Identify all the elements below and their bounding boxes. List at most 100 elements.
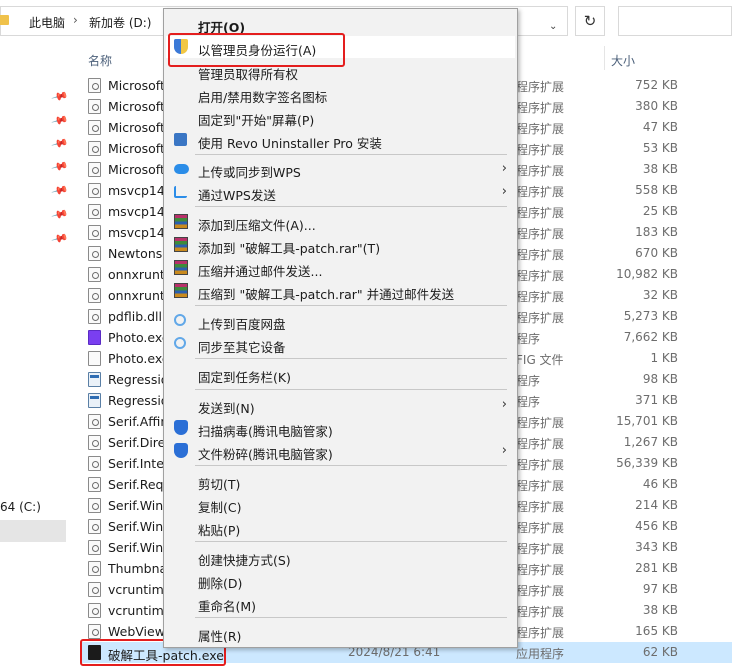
menu-item[interactable]: 启用/禁用数字签名图标 <box>166 83 515 105</box>
pin-icon[interactable]: 📌 <box>51 205 69 223</box>
file-type: 程序扩展 <box>516 416 565 430</box>
folder-icon <box>0 15 9 25</box>
menu-item-label: 重命名(M) <box>198 599 257 614</box>
dll-file-icon <box>88 435 101 450</box>
file-name: WebView <box>108 624 165 639</box>
menu-item[interactable]: 粘贴(P) <box>166 516 515 538</box>
menu-item[interactable]: 使用 Revo Uninstaller Pro 安装 <box>166 129 515 151</box>
dll-file-icon <box>88 225 101 240</box>
menu-item[interactable]: 发送到(N) › <box>166 394 515 416</box>
menu-item[interactable]: 打开(O) <box>166 13 515 35</box>
file-type: 应用程序 <box>516 647 565 661</box>
dll-file-icon <box>88 456 101 471</box>
menu-item[interactable]: 重命名(M) <box>166 592 515 614</box>
menu-item[interactable]: 上传或同步到WPS › <box>166 158 515 180</box>
menu-item-label: 通过WPS发送 <box>198 188 276 203</box>
menu-item-label: 压缩并通过邮件发送... <box>198 264 323 279</box>
file-size: 165 KB <box>635 624 678 638</box>
column-divider[interactable] <box>604 46 605 70</box>
file-type: 程序扩展 <box>516 584 565 598</box>
menu-item[interactable]: 上传到百度网盘 <box>166 310 515 332</box>
pin-icon[interactable]: 📌 <box>51 87 69 105</box>
winrar-icon <box>174 237 188 252</box>
navigation-pane: 📌 📌 📌 📌 📌 📌 📌 64 (C:) <box>0 42 69 667</box>
menu-item[interactable]: 文件粉碎(腾讯电脑管家) › <box>166 440 515 462</box>
menu-item[interactable]: 复制(C) <box>166 493 515 515</box>
file-size: 15,701 KB <box>616 414 678 428</box>
menu-item[interactable]: 添加到压缩文件(A)... <box>166 211 515 233</box>
menu-item-label: 使用 Revo Uninstaller Pro 安装 <box>198 136 382 151</box>
menu-item[interactable]: 添加到 "破解工具-patch.rar"(T) <box>166 234 515 256</box>
file-name: Thumbna <box>108 561 168 576</box>
menu-item[interactable]: 剪切(T) <box>166 470 515 492</box>
breadcrumb-drive-d[interactable]: 新加卷 (D:) <box>89 14 151 31</box>
menu-item[interactable]: 扫描病毒(腾讯电脑管家) <box>166 417 515 439</box>
breadcrumb-this-pc[interactable]: 此电脑 <box>29 14 65 31</box>
menu-item[interactable]: 通过WPS发送 › <box>166 181 515 203</box>
file-type: 程序扩展 <box>516 521 565 535</box>
file-type: 程序扩展 <box>516 290 565 304</box>
file-name: Photo.exe <box>108 351 170 366</box>
file-type: 程序扩展 <box>516 479 565 493</box>
file-name: Microsoft <box>108 78 165 93</box>
file-size: 47 KB <box>642 120 678 134</box>
menu-item[interactable]: 压缩到 "破解工具-patch.rar" 并通过邮件发送 <box>166 280 515 302</box>
menu-separator <box>195 465 507 466</box>
menu-item-label: 固定到"开始"屏幕(P) <box>198 113 315 128</box>
dll-file-icon <box>88 141 101 156</box>
menu-separator <box>195 154 507 155</box>
dll-file-icon <box>88 561 101 576</box>
file-type: 程序 <box>516 395 541 409</box>
file-name: Serif.Winc <box>108 519 171 534</box>
menu-item-label: 剪切(T) <box>198 477 241 492</box>
menu-item[interactable]: 固定到任务栏(K) <box>166 363 515 385</box>
file-size: 38 KB <box>642 162 678 176</box>
file-name: Microsoft <box>108 120 165 135</box>
breadcrumb-separator-icon[interactable]: › <box>73 13 78 27</box>
file-name: Microsoft <box>108 99 165 114</box>
pin-icon[interactable]: 📌 <box>51 134 69 152</box>
dll-file-icon <box>88 519 101 534</box>
menu-item[interactable]: 固定到"开始"屏幕(P) <box>166 106 515 128</box>
dll-file-icon <box>88 120 101 135</box>
file-size: 53 KB <box>642 141 678 155</box>
dll-file-icon <box>88 603 101 618</box>
column-size[interactable]: 大小 <box>611 52 635 69</box>
file-name: Regressio <box>108 393 169 408</box>
menu-item-label: 上传或同步到WPS <box>198 165 301 180</box>
file-size: 1 KB <box>650 351 678 365</box>
menu-item-label: 发送到(N) <box>198 401 255 416</box>
file-size: 456 KB <box>635 519 678 533</box>
file-type: 程序扩展 <box>516 542 565 556</box>
file-type: FIG 文件 <box>516 353 564 367</box>
file-name: Serif.Requ <box>108 477 172 492</box>
file-size: 281 KB <box>635 561 678 575</box>
menu-item[interactable]: 创建快捷方式(S) <box>166 546 515 568</box>
submenu-arrow-icon: › <box>501 443 507 458</box>
menu-item[interactable]: 压缩并通过邮件发送... <box>166 257 515 279</box>
file-size: 558 KB <box>635 183 678 197</box>
menu-item[interactable]: 属性(R) <box>166 622 515 644</box>
menu-separator <box>195 206 507 207</box>
pin-icon[interactable]: 📌 <box>51 111 69 129</box>
menu-item[interactable]: 删除(D) <box>166 569 515 591</box>
menu-item[interactable]: 同步至其它设备 <box>166 333 515 355</box>
pin-icon[interactable]: 📌 <box>51 181 69 199</box>
dll-file-icon <box>88 204 101 219</box>
pin-icon[interactable]: 📌 <box>51 229 69 247</box>
tencent-icon <box>174 420 188 435</box>
column-name[interactable]: 名称 <box>88 52 112 69</box>
refresh-button[interactable]: ↻ <box>575 6 605 36</box>
dll-file-icon <box>88 540 101 555</box>
pin-icon[interactable]: 📌 <box>51 157 69 175</box>
address-dropdown-icon[interactable]: ⌄ <box>549 21 557 32</box>
winrar-icon <box>174 260 188 275</box>
nav-item-selected[interactable] <box>0 520 66 542</box>
nav-item-c-drive[interactable]: 64 (C:) <box>0 500 41 514</box>
file-name: vcruntime <box>108 603 172 618</box>
file-name: onnxrunti <box>108 267 169 282</box>
search-input[interactable] <box>618 6 732 36</box>
baidu-icon <box>174 337 186 349</box>
file-name: Microsoft <box>108 141 165 156</box>
dll-file-icon <box>88 309 101 324</box>
